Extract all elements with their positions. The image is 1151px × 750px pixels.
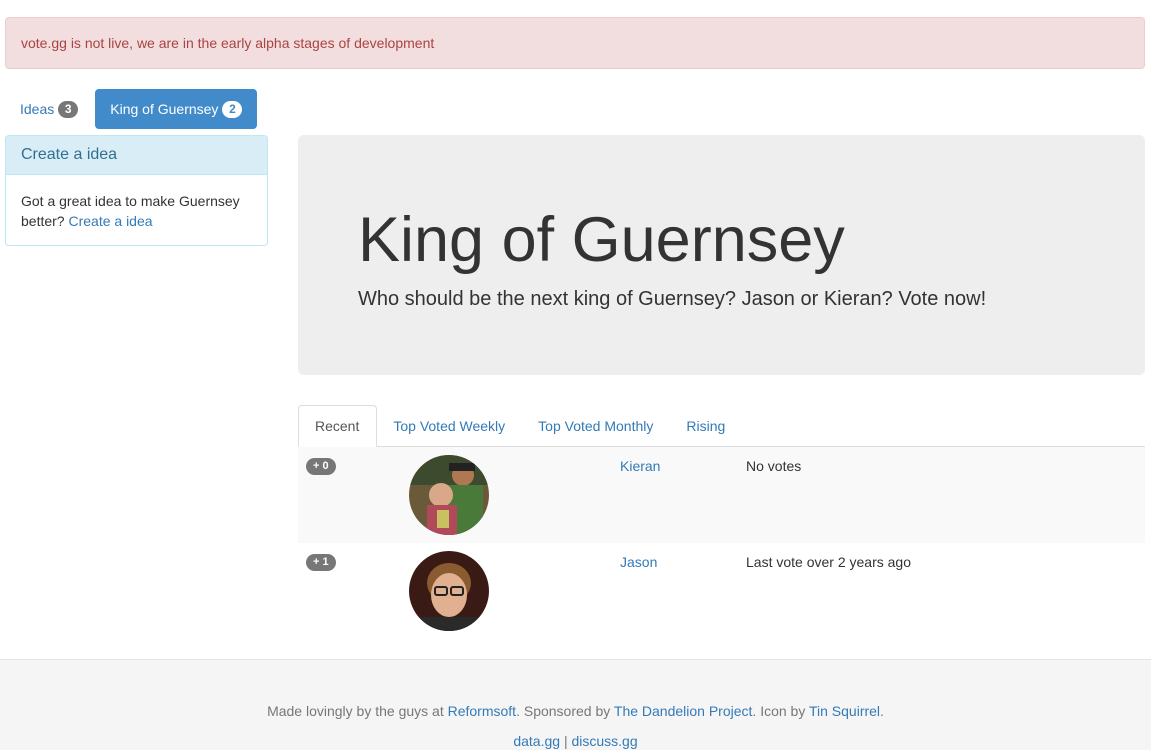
panel-body: Got a great idea to make Guernsey better… <box>6 175 267 231</box>
page-subtitle: Who should be the next king of Guernsey?… <box>358 288 987 310</box>
tin-squirrel-link[interactable]: Tin Squirrel <box>809 703 880 719</box>
alpha-warning-alert: vote.gg is not live, we are in the early… <box>5 17 1145 69</box>
pill-king-label: King of Guernsey <box>110 101 219 117</box>
footer-period: . <box>880 703 884 719</box>
footer-sponsored-text: . Sponsored by <box>516 703 611 719</box>
data-gg-link[interactable]: data.gg <box>513 733 560 749</box>
vote-status: No votes <box>746 458 802 474</box>
create-idea-link[interactable]: Create a idea <box>68 213 152 229</box>
ideas-count-badge: 3 <box>58 100 79 118</box>
candidate-table: + 0 Kieran No votes + 1 Jason Last vote … <box>298 447 1145 639</box>
sort-tabs: Recent Top Voted Weekly Top Voted Monthl… <box>298 405 1145 447</box>
tab-recent[interactable]: Recent <box>298 405 378 447</box>
footer-icon-text: . Icon by <box>752 703 806 719</box>
dandelion-project-link[interactable]: The Dandelion Project <box>614 703 753 719</box>
vote-score-badge[interactable]: + 1 <box>306 554 336 571</box>
create-idea-panel: Create a idea Got a great idea to make G… <box>5 135 268 246</box>
footer-links: data.gg | discuss.gg <box>0 733 1151 749</box>
footer-made-by-text: Made lovingly by the guys at <box>267 703 444 719</box>
table-row: + 0 Kieran No votes <box>298 447 1145 543</box>
discuss-gg-link[interactable]: discuss.gg <box>571 733 637 749</box>
tab-top-voted-weekly[interactable]: Top Voted Weekly <box>377 405 522 447</box>
candidate-name-link[interactable]: Kieran <box>620 458 660 474</box>
vote-status: Last vote over 2 years ago <box>746 554 911 570</box>
pill-ideas[interactable]: Ideas 3 <box>5 89 93 129</box>
reformsoft-link[interactable]: Reformsoft <box>448 703 516 719</box>
king-count-badge: 2 <box>222 100 243 118</box>
panel-heading: Create a idea <box>6 136 267 175</box>
nav-pills: Ideas 3 King of Guernsey 2 <box>5 89 258 129</box>
hero-jumbotron: King of Guernsey Who should be the next … <box>298 135 1145 375</box>
pill-king-of-guernsey[interactable]: King of Guernsey 2 <box>95 89 258 129</box>
kieran-avatar-icon <box>409 455 489 535</box>
footer-separator: | <box>563 733 568 749</box>
tab-top-voted-monthly[interactable]: Top Voted Monthly <box>522 405 670 447</box>
vote-score-badge[interactable]: + 0 <box>306 458 336 475</box>
footer-credits: Made lovingly by the guys at Reformsoft.… <box>0 703 1151 719</box>
alert-text: vote.gg is not live, we are in the early… <box>21 35 435 51</box>
tab-rising[interactable]: Rising <box>670 405 742 447</box>
table-row: + 1 Jason Last vote over 2 years ago <box>298 543 1145 639</box>
page-footer: Made lovingly by the guys at Reformsoft.… <box>0 659 1151 750</box>
candidate-name-link[interactable]: Jason <box>620 554 657 570</box>
jason-avatar-icon <box>409 551 489 631</box>
pill-ideas-label: Ideas <box>20 101 55 117</box>
page-title: King of Guernsey <box>358 205 845 275</box>
